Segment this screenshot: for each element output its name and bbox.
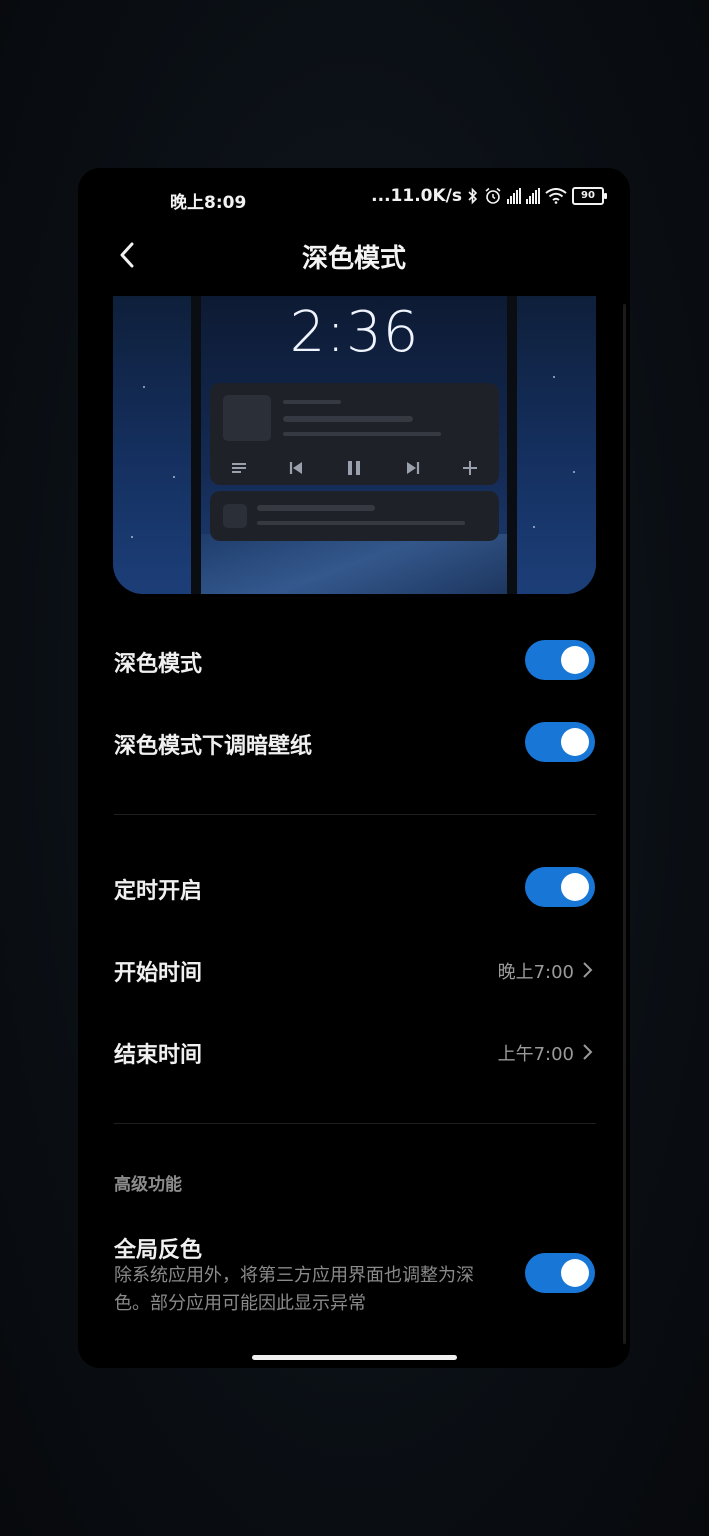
- toggle-knob: [561, 728, 589, 756]
- network-speed: ...11.0K/s: [371, 186, 462, 206]
- scheduled-label: 定时开启: [114, 879, 203, 904]
- dark-mode-label: 深色模式: [114, 652, 203, 677]
- toggle-knob: [561, 873, 589, 901]
- global-invert-desc-line1: 除系统应用外，将第三方应用界面也调整为深: [114, 1265, 474, 1286]
- battery-level: 90: [581, 190, 595, 201]
- hd-signal-icon: [526, 188, 540, 204]
- battery-icon: 90: [572, 187, 607, 205]
- preview-text-line: [257, 505, 375, 511]
- preview-notification-card: [210, 491, 499, 541]
- next-icon: [407, 462, 420, 474]
- status-bar: 晚上8:09 ...11.0K/s 90: [78, 186, 630, 213]
- dim-wallpaper-toggle[interactable]: [525, 722, 595, 762]
- home-indicator[interactable]: [252, 1355, 457, 1360]
- start-time-value: 晚上7:00: [497, 962, 574, 983]
- global-invert-label: 全局反色: [114, 1238, 203, 1263]
- global-invert-desc-line2: 色。部分应用可能因此显示异常: [114, 1293, 366, 1314]
- global-invert-toggle[interactable]: [525, 1253, 595, 1293]
- preview-clock: 2:36: [289, 300, 420, 365]
- bluetooth-icon: [468, 187, 478, 205]
- previous-icon: [289, 462, 302, 474]
- preview-text-line: [283, 432, 441, 436]
- preview-notif-icon: [223, 504, 247, 528]
- preview-wallpaper-road: [201, 534, 507, 594]
- wifi-icon: [545, 188, 567, 204]
- chevron-right-icon: [583, 1044, 593, 1060]
- preview-media-card: [210, 383, 499, 485]
- end-time-value: 上午7:00: [497, 1044, 574, 1065]
- pause-icon: [348, 461, 360, 475]
- page-title: 深色模式: [301, 244, 406, 274]
- advanced-section-header: 高级功能: [114, 1175, 182, 1195]
- preview-text-line: [283, 400, 341, 404]
- phone-screen: 晚上8:09 ...11.0K/s 90 深色模式 2:36 深色模式 深色模式…: [78, 168, 630, 1368]
- preview-text-line: [283, 416, 413, 422]
- scrollbar[interactable]: [623, 304, 626, 1344]
- scheduled-toggle[interactable]: [525, 867, 595, 907]
- dark-mode-preview: 2:36: [113, 296, 596, 594]
- chevron-right-icon: [583, 962, 593, 978]
- dim-wallpaper-label: 深色模式下调暗壁纸: [114, 734, 313, 759]
- toggle-knob: [561, 1259, 589, 1287]
- list-icon: [232, 463, 246, 473]
- global-invert-desc: 除系统应用外，将第三方应用界面也调整为深 色。部分应用可能因此显示异常: [114, 1262, 514, 1318]
- divider: [114, 814, 596, 815]
- start-time-label: 开始时间: [114, 961, 203, 986]
- dark-mode-toggle[interactable]: [525, 640, 595, 680]
- end-time-label: 结束时间: [114, 1043, 203, 1068]
- hd-signal-icon: [507, 188, 521, 204]
- toggle-knob: [561, 646, 589, 674]
- plus-icon: [463, 461, 477, 475]
- divider: [114, 1123, 596, 1124]
- preview-text-line: [257, 521, 465, 525]
- status-time: 晚上8:09: [170, 193, 247, 213]
- preview-album-thumb: [223, 395, 271, 441]
- alarm-icon: [485, 187, 501, 204]
